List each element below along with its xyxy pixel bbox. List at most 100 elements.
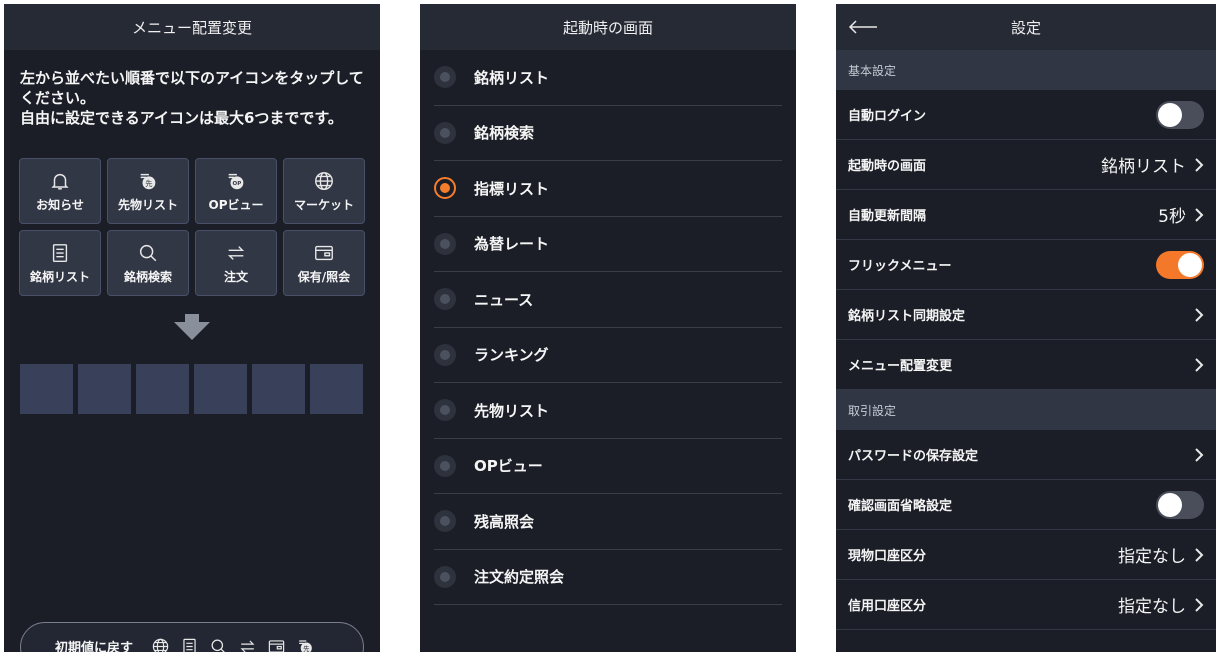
option-row[interactable]: 注文約定照会 bbox=[434, 550, 782, 605]
page-title: 設定 bbox=[1010, 18, 1041, 37]
tile-notifications[interactable]: お知らせ bbox=[19, 158, 101, 224]
back-arrow-icon bbox=[848, 20, 877, 34]
empty-slot[interactable] bbox=[252, 364, 305, 414]
option-row[interactable]: 先物リスト bbox=[434, 383, 782, 439]
search-icon bbox=[211, 639, 225, 652]
instruction-line: ください。 bbox=[20, 89, 96, 107]
option-label: OPビュー bbox=[474, 457, 543, 476]
startup-screen: 起動時の画面 銘柄リスト 銘柄検索 指標リスト 為替レート ニュース ランキング… bbox=[420, 4, 796, 652]
search-icon bbox=[139, 244, 157, 261]
arrow-down-icon bbox=[174, 314, 210, 340]
empty-slot[interactable] bbox=[194, 364, 247, 414]
section-header: 基本設定 bbox=[836, 50, 1216, 90]
svg-text:OP: OP bbox=[233, 181, 242, 187]
option-row[interactable]: 銘柄リスト bbox=[434, 50, 782, 106]
setting-flick-menu[interactable]: フリックメニュー bbox=[836, 240, 1216, 290]
radio-button[interactable] bbox=[434, 399, 456, 422]
setting-label: パスワードの保存設定 bbox=[848, 449, 979, 464]
option-row[interactable]: 指標リスト bbox=[434, 161, 782, 217]
setting-label: 自動ログイン bbox=[848, 109, 927, 124]
tile-stock-search[interactable]: 銘柄検索 bbox=[107, 230, 189, 296]
tile-label: 先物リスト bbox=[117, 197, 178, 212]
option-row[interactable]: 銘柄検索 bbox=[434, 106, 782, 161]
setting-auto-login[interactable]: 自動ログイン bbox=[836, 90, 1216, 140]
toggle-switch[interactable] bbox=[1156, 250, 1204, 279]
setting-skip-confirm[interactable]: 確認画面省略設定 bbox=[836, 480, 1216, 530]
setting-label: 信用口座区分 bbox=[848, 599, 927, 614]
svg-text:先: 先 bbox=[145, 179, 152, 188]
selected-slots bbox=[20, 364, 363, 414]
tile-market[interactable]: マーケット bbox=[283, 158, 365, 224]
back-button[interactable] bbox=[848, 10, 888, 44]
globe-icon bbox=[315, 171, 333, 190]
option-row[interactable]: OPビュー bbox=[434, 439, 782, 494]
setting-startup-screen[interactable]: 起動時の画面 銘柄リスト bbox=[836, 140, 1216, 190]
toggle-switch[interactable] bbox=[1156, 490, 1204, 519]
icon-grid: お知らせ 先 先物リスト OP OPビュー マーケット 銘柄リスト 銘柄検索 注… bbox=[19, 158, 365, 296]
wallet-icon bbox=[315, 245, 333, 260]
option-row[interactable]: 残高照会 bbox=[434, 494, 782, 550]
setting-label: 自動更新間隔 bbox=[848, 209, 927, 224]
chevron-right-icon bbox=[1195, 357, 1204, 372]
setting-cash-account[interactable]: 現物口座区分 指定なし bbox=[836, 530, 1216, 580]
radio-button[interactable] bbox=[434, 177, 456, 200]
section-header: 取引設定 bbox=[836, 390, 1216, 430]
radio-button[interactable] bbox=[434, 121, 456, 144]
settings-header: 設定 bbox=[836, 4, 1216, 50]
setting-value: 指定なし bbox=[1118, 597, 1186, 617]
chevron-right-icon bbox=[1195, 307, 1204, 322]
tile-holdings[interactable]: 保有/照会 bbox=[283, 230, 365, 296]
option-label: 注文約定照会 bbox=[474, 568, 565, 587]
option-label: 銘柄検索 bbox=[474, 124, 535, 143]
setting-password-save[interactable]: パスワードの保存設定 bbox=[836, 430, 1216, 480]
radio-button[interactable] bbox=[434, 454, 456, 477]
settings-screen: 設定 基本設定 自動ログイン 起動時の画面 銘柄リスト 自動更新間隔 5秒 フリ… bbox=[836, 4, 1216, 652]
option-icon: OP bbox=[228, 173, 244, 189]
empty-slot[interactable] bbox=[310, 364, 363, 414]
tile-label: お知らせ bbox=[36, 197, 84, 212]
option-row[interactable]: ニュース bbox=[434, 272, 782, 328]
radio-button[interactable] bbox=[434, 510, 456, 533]
tile-label: OPビュー bbox=[208, 197, 264, 212]
option-row[interactable]: ランキング bbox=[434, 328, 782, 383]
empty-slot[interactable] bbox=[20, 364, 73, 414]
option-label: 指標リスト bbox=[474, 179, 550, 198]
tile-label: 保有/照会 bbox=[297, 269, 351, 284]
tile-op-view[interactable]: OP OPビュー bbox=[195, 158, 277, 224]
setting-label: 現物口座区分 bbox=[848, 549, 927, 564]
tile-futures-list[interactable]: 先 先物リスト bbox=[107, 158, 189, 224]
chevron-right-icon bbox=[1195, 597, 1204, 612]
setting-menu-layout[interactable]: メニュー配置変更 bbox=[836, 340, 1216, 390]
instruction-line: 自由に設定できるアイコンは最大6つまでです。 bbox=[20, 109, 343, 127]
svg-text:先: 先 bbox=[303, 644, 310, 652]
radio-button[interactable] bbox=[434, 288, 456, 311]
page-title: メニュー配置変更 bbox=[131, 18, 252, 37]
radio-button[interactable] bbox=[434, 343, 456, 366]
radio-button[interactable] bbox=[434, 66, 456, 89]
option-label: ランキング bbox=[474, 346, 549, 365]
page-title: 起動時の画面 bbox=[562, 18, 653, 37]
option-label: ニュース bbox=[474, 290, 534, 309]
toggle-switch[interactable] bbox=[1156, 100, 1204, 129]
radio-button[interactable] bbox=[434, 232, 456, 255]
tile-order[interactable]: 注文 bbox=[195, 230, 277, 296]
setting-margin-account[interactable]: 信用口座区分 指定なし bbox=[836, 580, 1216, 630]
reset-button[interactable]: 初期値に戻す bbox=[55, 637, 133, 652]
futures-icon: 先 bbox=[299, 640, 312, 652]
tile-stock-list[interactable]: 銘柄リスト bbox=[19, 230, 101, 296]
setting-label: 銘柄リスト同期設定 bbox=[848, 309, 966, 324]
setting-list-sync[interactable]: 銘柄リスト同期設定 bbox=[836, 290, 1216, 340]
radio-button[interactable] bbox=[434, 565, 456, 588]
menu-layout-screen: メニュー配置変更 左から並べたい順番で以下のアイコンをタップして ください。 自… bbox=[4, 4, 380, 652]
swap-icon bbox=[227, 245, 245, 260]
setting-value: 5秒 bbox=[1158, 207, 1186, 227]
empty-slot[interactable] bbox=[78, 364, 131, 414]
option-label: 先物リスト bbox=[474, 401, 550, 420]
setting-refresh-interval[interactable]: 自動更新間隔 5秒 bbox=[836, 190, 1216, 240]
setting-label: 起動時の画面 bbox=[848, 159, 927, 174]
tile-label: 銘柄検索 bbox=[123, 269, 172, 284]
option-row[interactable]: 為替レート bbox=[434, 217, 782, 272]
setting-label: フリックメニュー bbox=[848, 259, 952, 274]
option-label: 残高照会 bbox=[474, 512, 535, 531]
empty-slot[interactable] bbox=[136, 364, 189, 414]
